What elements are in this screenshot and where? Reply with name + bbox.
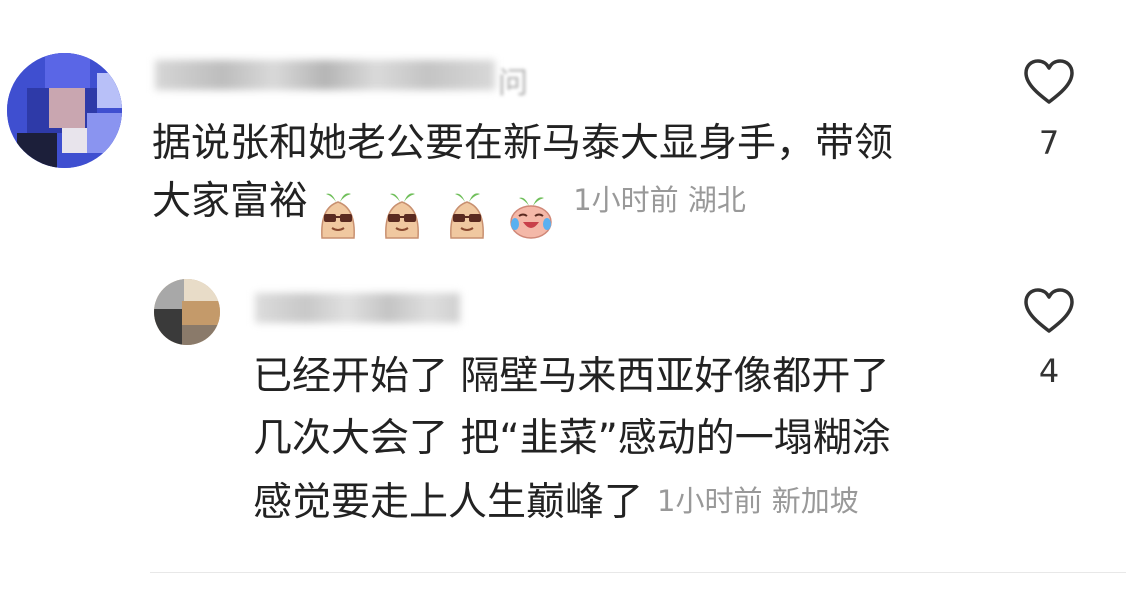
- heart-icon[interactable]: [1022, 287, 1076, 335]
- comment-line-with-meta: 大家富裕 1小时前 湖北: [152, 172, 893, 240]
- tears-of-joy-sprout-emoji: [507, 188, 555, 240]
- reply-body[interactable]: 已经开始了 隔壁马来西亚好像都开了 几次大会了 把“韭菜”感动的一塌糊涂 感觉要…: [253, 346, 891, 534]
- reply-line: 感觉要走上人生巅峰了: [253, 480, 644, 525]
- sunglasses-sprout-emoji: [314, 188, 362, 240]
- sunglasses-sprout-emoji: [378, 188, 426, 240]
- reply-meta: 1小时前 新加坡: [657, 484, 859, 518]
- reply-avatar[interactable]: [154, 279, 220, 345]
- divider: [150, 572, 1126, 573]
- comment-time: 1小时前: [573, 183, 679, 217]
- avatar[interactable]: [7, 53, 122, 168]
- reply-line-with-meta: 感觉要走上人生巅峰了 1小时前 新加坡: [253, 470, 891, 534]
- emoji-group: [314, 184, 559, 240]
- comment-location: 湖北: [687, 183, 746, 217]
- heart-icon[interactable]: [1022, 58, 1076, 106]
- sunglasses-sprout-emoji: [443, 188, 491, 240]
- comment-meta: 1小时前 湖北: [573, 183, 746, 217]
- reply-line: 已经开始了 隔壁马来西亚好像都开了: [253, 354, 890, 399]
- reply-line: 几次大会了 把“韭菜”感动的一塌糊涂: [253, 416, 891, 461]
- comment-line: 据说张和她老公要在新马泰大显身手，带领: [152, 121, 894, 166]
- like-count: 7: [1038, 124, 1060, 162]
- reply-like-count: 4: [1038, 352, 1060, 390]
- username-tail: 问: [498, 66, 528, 101]
- comment-line: 大家富裕: [152, 179, 309, 224]
- comment-thread: 问 据说张和她老公要在新马泰大显身手，带领 大家富裕 1小时前 湖北 7 已经开…: [0, 0, 1126, 616]
- comment-body[interactable]: 据说张和她老公要在新马泰大显身手，带领 大家富裕 1小时前 湖北: [152, 116, 893, 240]
- reply-location: 新加坡: [771, 484, 859, 518]
- reply-time: 1小时前: [657, 484, 763, 518]
